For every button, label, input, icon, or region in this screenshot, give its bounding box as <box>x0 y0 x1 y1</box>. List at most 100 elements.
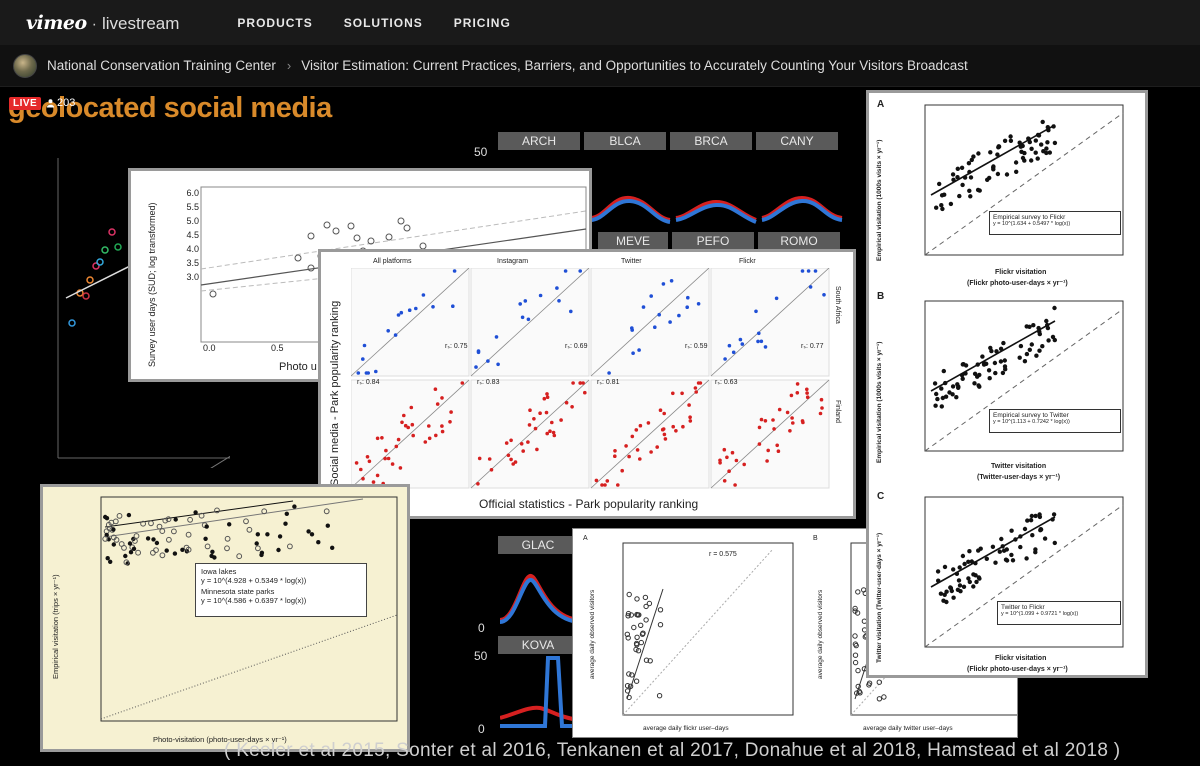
abc-point-b <box>1037 331 1042 337</box>
ranking-point <box>486 359 490 363</box>
park-label-meve: MEVE <box>598 232 668 250</box>
abc-point-a <box>968 194 973 199</box>
abc-legend-a-name: Empirical survey to Flickr <box>993 214 1066 221</box>
abc-point-c <box>1009 528 1014 533</box>
lakes-point-minnesota <box>135 549 141 556</box>
ranking-point <box>544 410 549 415</box>
daily-point-a <box>634 634 640 641</box>
abc-point-a <box>1033 150 1038 155</box>
ranking-point <box>603 483 607 487</box>
abc-point-c <box>1033 513 1038 519</box>
abc-point-b <box>987 376 992 381</box>
col-flickr: Flickr <box>739 258 756 265</box>
ranking-point <box>668 320 672 324</box>
ranking-point <box>775 443 779 448</box>
abc-point-b <box>972 371 978 376</box>
abc-ylabel-a: Empirical visitation (1000s visits × yr⁻… <box>876 139 883 261</box>
vimeo-livestream-logo[interactable]: vimeo · livestream <box>26 12 179 34</box>
ranking-point <box>548 429 552 433</box>
col-twitter: Twitter <box>621 258 642 265</box>
abc-point-c <box>1010 558 1016 563</box>
lakes-point-minnesota <box>171 528 177 535</box>
daily-point-b <box>852 652 859 658</box>
ranking-point <box>820 406 824 410</box>
abc-point-b <box>935 396 940 402</box>
lakes-ylabel: Empirical visitation (trips × yr⁻¹) <box>51 574 60 679</box>
abc-point-c <box>942 564 948 570</box>
abc-point-c <box>997 549 1002 554</box>
abc-point-a <box>967 169 972 175</box>
breadcrumb-org-link[interactable]: National Conservation Training Center <box>47 58 276 73</box>
lakes-point-iowa <box>123 553 128 559</box>
lakes-point-minnesota <box>255 545 261 552</box>
lakes-point-minnesota <box>261 508 268 515</box>
center-axis-50-low: 50 <box>474 649 488 663</box>
abc-point-a <box>1002 138 1008 143</box>
ranking-point <box>423 440 428 444</box>
ranking-point <box>528 408 532 412</box>
video-player[interactable]: geolocated social media LIVE 203 50 0 50… <box>0 88 1200 766</box>
nav-solutions[interactable]: SOLUTIONS <box>344 16 423 30</box>
daily-point-a <box>631 624 637 631</box>
ranking-point <box>375 473 380 478</box>
ytick: 4.0 <box>186 244 199 254</box>
abc-point-c <box>1050 517 1055 522</box>
ranking-point <box>677 313 681 318</box>
daily-point-a <box>646 600 653 607</box>
ranking-point <box>527 423 532 427</box>
ranking-point <box>696 302 701 306</box>
abc-point-c <box>976 575 982 580</box>
nav-products[interactable]: PRODUCTS <box>237 16 312 30</box>
abc-point-b <box>1022 359 1028 364</box>
ranking-point <box>806 269 811 273</box>
abc-point-c <box>1000 544 1005 549</box>
org-avatar[interactable] <box>13 53 37 78</box>
abc-point-a <box>1044 150 1049 156</box>
ranking-point <box>433 387 438 391</box>
ranking-point <box>727 343 732 348</box>
ranking-point <box>688 415 692 419</box>
ranking-point <box>496 362 500 367</box>
ranking-point <box>663 437 668 441</box>
ranking-point <box>526 440 530 444</box>
ranking-point <box>819 397 824 402</box>
ranking-point <box>681 424 685 429</box>
daily-point-b <box>852 633 858 639</box>
center-axis-0-mid: 0 <box>478 621 485 635</box>
ranking-point <box>686 295 690 300</box>
abc-point-b <box>1034 353 1039 358</box>
abc-point-c <box>973 561 978 566</box>
nav-pricing[interactable]: PRICING <box>454 16 511 30</box>
ytick: 5.0 <box>186 216 199 226</box>
lakes-point-iowa <box>210 549 215 554</box>
abc-point-b <box>994 349 999 354</box>
lakes-point-minnesota <box>224 535 231 542</box>
abc-point-c <box>954 571 960 576</box>
logo-product: livestream <box>101 13 180 33</box>
ranking-point <box>822 293 826 297</box>
abc-point-c <box>966 559 971 564</box>
abc-ylabel-c: Twitter visitation (Twitter-user-days × … <box>876 532 883 663</box>
ranking-point <box>489 468 494 472</box>
ranking-point <box>396 313 401 317</box>
ranking-point <box>477 456 482 461</box>
lakes-point-minnesota <box>204 543 211 550</box>
ranking-point <box>669 279 674 283</box>
abc-point-a <box>948 201 954 207</box>
lakes-point-minnesota <box>187 516 194 523</box>
lakes-point-iowa <box>172 551 178 556</box>
abc-xlabel-b2: (Twitter-user-days × yr⁻¹) <box>977 474 1061 481</box>
ranking-point <box>583 390 587 395</box>
ranking-point <box>605 479 610 483</box>
abc-point-c <box>1028 518 1034 523</box>
abc-point-c <box>957 565 962 570</box>
ranking-point <box>763 419 768 423</box>
park-label-pefo: PEFO <box>672 232 754 250</box>
abc-point-a <box>1026 136 1031 141</box>
park-label-romo: ROMO <box>758 232 840 250</box>
ranking-point <box>421 293 426 297</box>
ranking-point <box>624 444 628 448</box>
ranking-point <box>552 433 557 438</box>
lakes-point-iowa <box>276 547 281 553</box>
row-south-africa: South Africa <box>834 286 841 324</box>
